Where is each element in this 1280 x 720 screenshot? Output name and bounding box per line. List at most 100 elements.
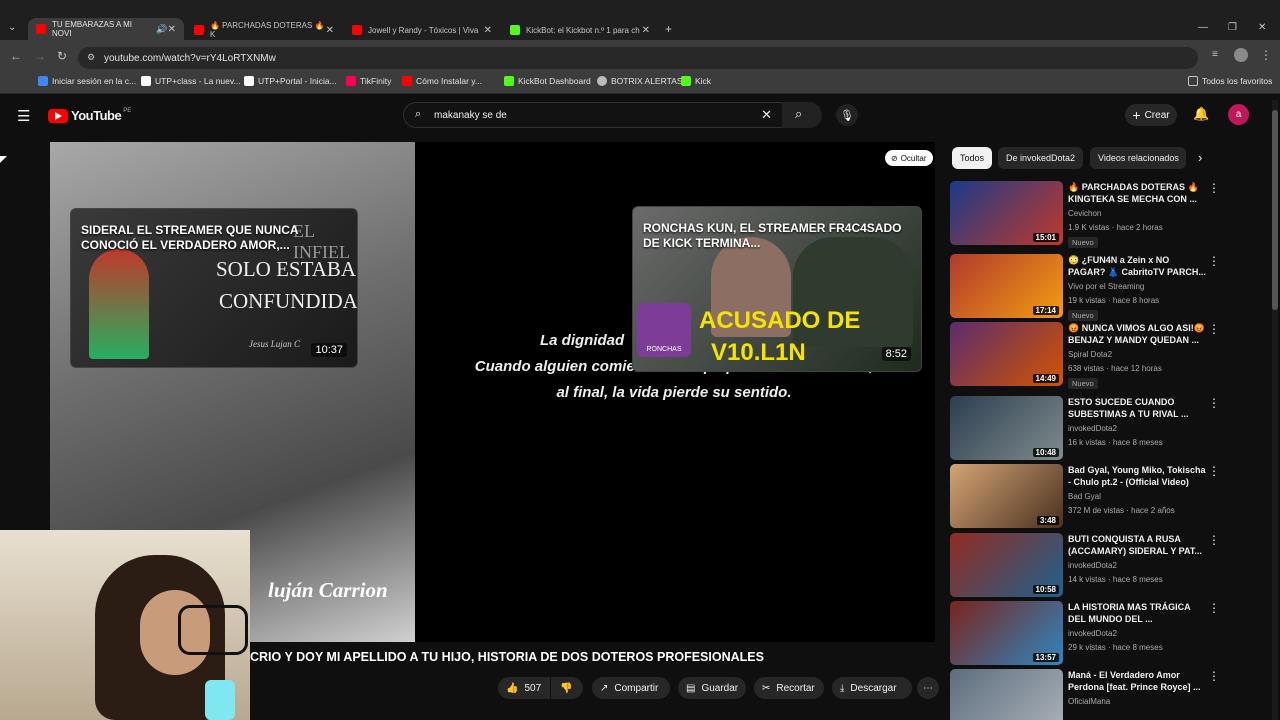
notifications-bell-icon[interactable]: 🔔 — [1193, 106, 1209, 122]
new-tab-icon[interactable]: + — [665, 22, 672, 36]
tab-close-icon[interactable]: ✕ — [326, 25, 334, 36]
media-control-icon[interactable]: ≡ — [1212, 49, 1218, 60]
browser-menu-icon[interactable]: ⋮ — [1260, 48, 1272, 62]
tab-close-icon[interactable]: ✕ — [168, 24, 176, 35]
rec-title[interactable]: Bad Gyal, Young Miko, Tokischa - Chulo p… — [1068, 464, 1208, 488]
bookmark-item[interactable]: TikFinity — [346, 76, 391, 86]
download-button[interactable]: ⤓ Descargar — [832, 677, 912, 699]
youtube-logo[interactable]: YouTube PE — [48, 108, 131, 123]
recommended-video[interactable]: Maná - El Verdadero Amor Perdona [feat. … — [950, 669, 1250, 720]
share-button[interactable]: ↗ Compartir — [592, 677, 670, 699]
bookmark-item[interactable]: Iniciar sesión en la c... — [38, 76, 136, 86]
recommended-video[interactable]: 17:14 😳 ¿FUN4N a Zein x NO PAGAR? 👗 Cabr… — [950, 254, 1250, 321]
site-info-icon[interactable]: ⚙ — [87, 52, 95, 63]
minimize-icon[interactable]: — — [1198, 22, 1208, 33]
recommended-video[interactable]: 15:01 🔥 PARCHADAS DOTERAS 🔥 KINGTEKA SE … — [950, 181, 1250, 248]
rec-title[interactable]: 😡 NUNCA VIMOS ALGO ASI!😡 BENJAZ Y MANDY … — [1068, 322, 1208, 346]
back-icon[interactable]: ← — [10, 49, 22, 63]
rec-title[interactable]: Maná - El Verdadero Amor Perdona [feat. … — [1068, 669, 1208, 693]
hide-endcards-button[interactable]: ⊘ Ocultar — [885, 150, 933, 166]
clear-search-icon[interactable]: ✕ — [761, 107, 772, 123]
endcard-video-right[interactable]: RONCHAS ACUSADO DE V10.L1N RONCHAS KUN, … — [632, 206, 922, 372]
like-button[interactable]: 👍 507 — [498, 677, 550, 699]
youtube-play-icon — [48, 108, 68, 123]
video-thumbnail[interactable]: 17:14 — [950, 254, 1063, 318]
rec-channel[interactable]: invokedDota2 — [1068, 629, 1117, 638]
endcard-video-left[interactable]: SOLO ESTABA CONFUNDIDA Jesus Lujan C EL … — [70, 208, 358, 368]
speaker-icon[interactable]: 🔊 — [156, 24, 167, 35]
more-vertical-icon[interactable]: ⋮ — [1208, 181, 1220, 195]
forward-icon[interactable]: → — [34, 49, 46, 63]
tab-close-icon[interactable]: ✕ — [484, 25, 492, 36]
create-button[interactable]: + Crear — [1125, 104, 1177, 126]
tab-search-icon[interactable]: ⌄ — [8, 22, 16, 33]
account-avatar[interactable]: a — [1228, 104, 1249, 125]
rec-channel[interactable]: Bad Gyal — [1068, 492, 1101, 501]
profile-avatar[interactable] — [1234, 48, 1248, 62]
video-thumbnail[interactable]: 14:49 — [950, 322, 1063, 386]
save-button[interactable]: ▤ Guardar — [678, 677, 746, 699]
rec-meta: 16 k vistas · hace 8 meses — [1068, 438, 1163, 447]
rec-channel[interactable]: OficialMana — [1068, 697, 1110, 706]
rec-title[interactable]: ESTO SUCEDE CUANDO SUBESTIMAS A TU RIVAL… — [1068, 396, 1208, 420]
reload-icon[interactable]: ↻ — [57, 49, 67, 63]
video-thumbnail[interactable]: 10:58 — [950, 533, 1063, 597]
more-vertical-icon[interactable]: ⋮ — [1208, 533, 1220, 547]
browser-tab-4[interactable]: KickBot: el Kickbot n.º 1 para ch ✕ — [502, 18, 658, 42]
rec-title[interactable]: BUTI CONQUISTA A RUSA (ACCAMARY) SIDERAL… — [1068, 533, 1208, 557]
more-vertical-icon[interactable]: ⋮ — [1208, 669, 1220, 683]
hamburger-menu-icon[interactable]: ☰ — [17, 107, 30, 125]
search-input[interactable]: ⌕ makanaky se de ✕ — [403, 102, 821, 128]
page-scrollbar[interactable] — [1272, 100, 1278, 720]
more-vertical-icon[interactable]: ⋮ — [1208, 254, 1220, 268]
logo-text: YouTube — [71, 108, 122, 123]
rec-channel[interactable]: Spiral Dota2 — [1068, 350, 1112, 359]
chip-all[interactable]: Todos — [952, 147, 993, 169]
rec-channel[interactable]: invokedDota2 — [1068, 424, 1117, 433]
chip-related[interactable]: Videos relacionados — [1090, 147, 1186, 169]
browser-tab-1[interactable]: TU EMBARAZAS A MI NOVI 🔊 ✕ — [28, 18, 184, 40]
maximize-icon[interactable]: ❐ — [1228, 22, 1237, 33]
endcard-title: SIDERAL EL STREAMER QUE NUNCA CONOCIÓ EL… — [81, 223, 299, 252]
bookmark-item[interactable]: Kick — [681, 76, 711, 86]
rec-channel[interactable]: invokedDota2 — [1068, 561, 1117, 570]
recommended-video[interactable]: 3:48 Bad Gyal, Young Miko, Tokischa - Ch… — [950, 464, 1250, 530]
video-thumbnail[interactable]: 15:01 — [950, 181, 1063, 245]
rec-title[interactable]: LA HISTORIA MAS TRÁGICA DEL MUNDO DEL ..… — [1068, 601, 1208, 625]
bookmark-item[interactable]: BOTRIX ALERTAS — [597, 76, 683, 86]
bookmark-item[interactable]: UTP+Portal - Inicia... — [244, 76, 337, 86]
rec-channel[interactable]: Vivo por el Streaming — [1068, 282, 1144, 291]
clip-button[interactable]: ✂ Recortar — [754, 677, 824, 699]
more-vertical-icon[interactable]: ⋮ — [1208, 464, 1220, 478]
voice-search-button[interactable]: 🎙 — [836, 104, 858, 126]
all-bookmarks[interactable]: Todos los favoritos — [1188, 76, 1272, 86]
recommended-video[interactable]: 10:58 BUTI CONQUISTA A RUSA (ACCAMARY) S… — [950, 533, 1250, 599]
rec-channel[interactable]: Cevichon — [1068, 209, 1101, 218]
rec-title[interactable]: 🔥 PARCHADAS DOTERAS 🔥 KINGTEKA SE MECHA … — [1068, 181, 1208, 205]
tab-close-icon[interactable]: ✕ — [642, 25, 650, 36]
recommended-video[interactable]: 14:49 😡 NUNCA VIMOS ALGO ASI!😡 BENJAZ Y … — [950, 322, 1250, 389]
video-thumbnail[interactable]: 10:48 — [950, 396, 1063, 460]
browser-tab-2[interactable]: 🔥 PARCHADAS DOTERAS 🔥 K ✕ — [186, 18, 342, 42]
close-window-icon[interactable]: ✕ — [1258, 22, 1266, 33]
bookmark-item[interactable]: Cómo Instalar y... — [402, 76, 482, 86]
more-vertical-icon[interactable]: ⋮ — [1208, 396, 1220, 410]
bookmark-item[interactable]: KickBot Dashboard — [504, 76, 591, 86]
rec-title[interactable]: 😳 ¿FUN4N a Zein x NO PAGAR? 👗 CabritoTV … — [1068, 254, 1208, 278]
video-thumbnail[interactable]: 13:57 — [950, 601, 1063, 665]
video-thumbnail[interactable]: 3:48 — [950, 464, 1063, 528]
browser-tab-3[interactable]: Jowell y Randy - Tóxicos | Viva ✕ — [344, 18, 500, 42]
chip-channel[interactable]: De invokedDota2 — [998, 147, 1084, 169]
recommended-video[interactable]: 13:57 LA HISTORIA MAS TRÁGICA DEL MUNDO … — [950, 601, 1250, 667]
more-vertical-icon[interactable]: ⋮ — [1208, 322, 1220, 336]
address-bar[interactable]: ⚙ youtube.com/watch?v=rY4LoRTXNMw — [78, 47, 1198, 69]
scrollbar-thumb[interactable] — [1272, 110, 1278, 310]
more-vertical-icon[interactable]: ⋮ — [1208, 601, 1220, 615]
search-button[interactable]: ⌕ — [782, 102, 822, 128]
bookmark-item[interactable]: UTP+class - La nuev... — [141, 76, 241, 86]
dislike-button[interactable]: 👎 — [551, 677, 583, 699]
video-thumbnail[interactable] — [950, 669, 1063, 720]
recommended-video[interactable]: 10:48 ESTO SUCEDE CUANDO SUBESTIMAS A TU… — [950, 396, 1250, 462]
more-actions-button[interactable]: ⋯ — [917, 677, 939, 699]
chevron-right-icon[interactable]: › — [1198, 150, 1202, 165]
